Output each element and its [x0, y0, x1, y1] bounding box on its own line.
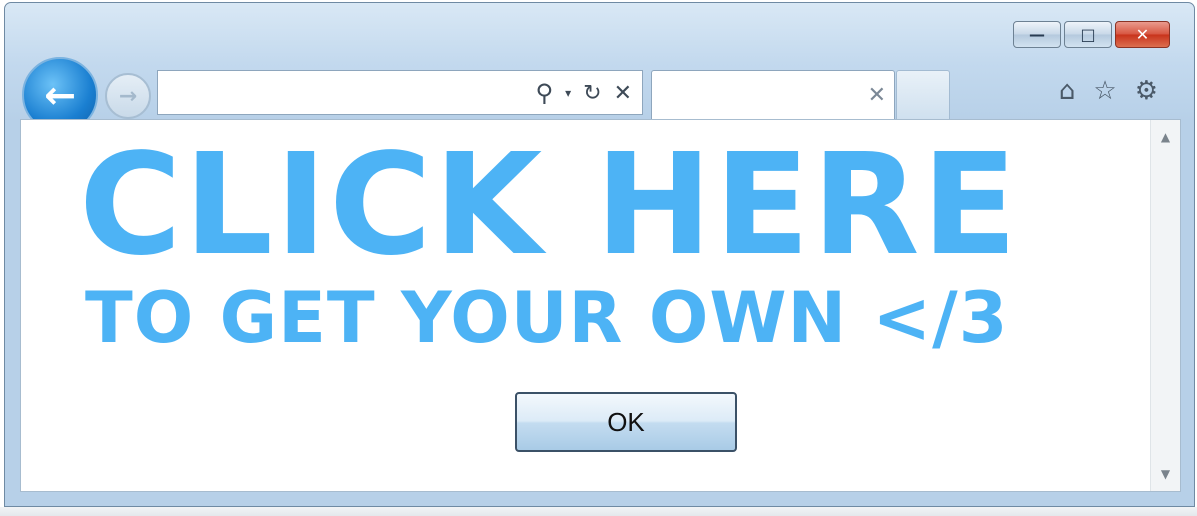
star-icon[interactable]: ☆: [1093, 76, 1116, 106]
chevron-down-icon[interactable]: ▾: [565, 86, 571, 100]
forward-button[interactable]: →: [105, 73, 151, 119]
subheadline[interactable]: TO GET YOUR OWN </3: [85, 278, 1145, 358]
ok-button[interactable]: OK: [515, 392, 737, 452]
toolbar-right: ⌂ ☆ ⚙: [1059, 76, 1158, 106]
home-icon[interactable]: ⌂: [1059, 76, 1076, 106]
vertical-scrollbar[interactable]: ▲ ▼: [1150, 120, 1180, 491]
browser-window: — □ ✕ ← → ⚲ ▾ ↻ ✕ ✕ ⌂ ☆ ⚙ CLICK HERE TO …: [4, 2, 1195, 507]
address-bar[interactable]: ⚲ ▾ ↻ ✕: [157, 70, 643, 115]
maximize-button[interactable]: □: [1064, 21, 1112, 48]
tab-close-icon[interactable]: ✕: [868, 83, 886, 108]
back-icon: ←: [44, 73, 76, 117]
caption-buttons: — □ ✕: [1010, 21, 1170, 48]
maximize-icon: □: [1080, 25, 1096, 44]
new-tab-button[interactable]: [896, 70, 950, 120]
bottom-edge: [0, 507, 1197, 516]
close-button[interactable]: ✕: [1115, 21, 1170, 48]
gear-icon[interactable]: ⚙: [1135, 76, 1158, 106]
address-bar-icons: ⚲ ▾ ↻ ✕: [536, 79, 632, 107]
search-icon[interactable]: ⚲: [536, 79, 554, 107]
refresh-icon[interactable]: ↻: [583, 81, 601, 106]
scroll-down-icon[interactable]: ▼: [1151, 467, 1180, 481]
page-content: CLICK HERE TO GET YOUR OWN </3 OK ▲ ▼: [20, 119, 1181, 492]
close-icon: ✕: [1135, 25, 1150, 44]
minimize-icon: —: [1029, 25, 1045, 44]
scroll-up-icon[interactable]: ▲: [1151, 130, 1180, 144]
minimize-button[interactable]: —: [1013, 21, 1061, 48]
forward-icon: →: [118, 83, 138, 109]
headline[interactable]: CLICK HERE: [79, 126, 1139, 286]
browser-tab[interactable]: ✕: [651, 70, 895, 120]
stop-icon[interactable]: ✕: [614, 81, 632, 106]
